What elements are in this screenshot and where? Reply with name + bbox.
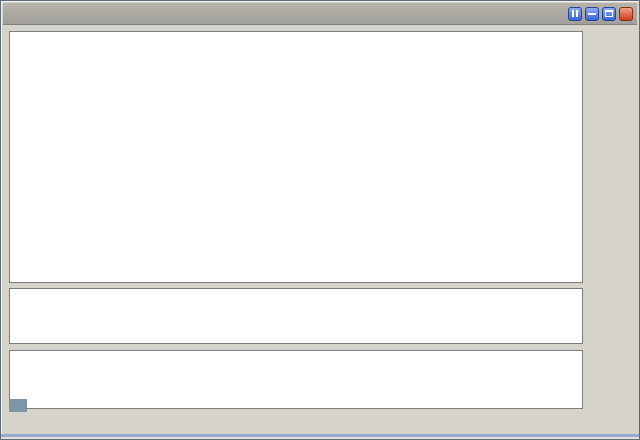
price-chart-panel[interactable]	[9, 31, 583, 283]
title-bar[interactable]	[3, 3, 637, 25]
month-label	[9, 399, 27, 412]
window-buttons	[568, 7, 633, 21]
price-axis	[586, 31, 640, 291]
pause-button[interactable]	[568, 7, 582, 21]
pause-icon	[572, 10, 574, 17]
time-axis	[1, 417, 640, 431]
minimize-button[interactable]	[585, 7, 599, 21]
maximize-button[interactable]	[602, 7, 616, 21]
close-button[interactable]	[619, 7, 633, 21]
macd-panel[interactable]	[9, 288, 583, 344]
rsi-panel[interactable]	[9, 350, 583, 409]
maximize-icon	[605, 10, 613, 17]
chart-window	[0, 0, 640, 440]
minimize-icon	[588, 13, 596, 15]
